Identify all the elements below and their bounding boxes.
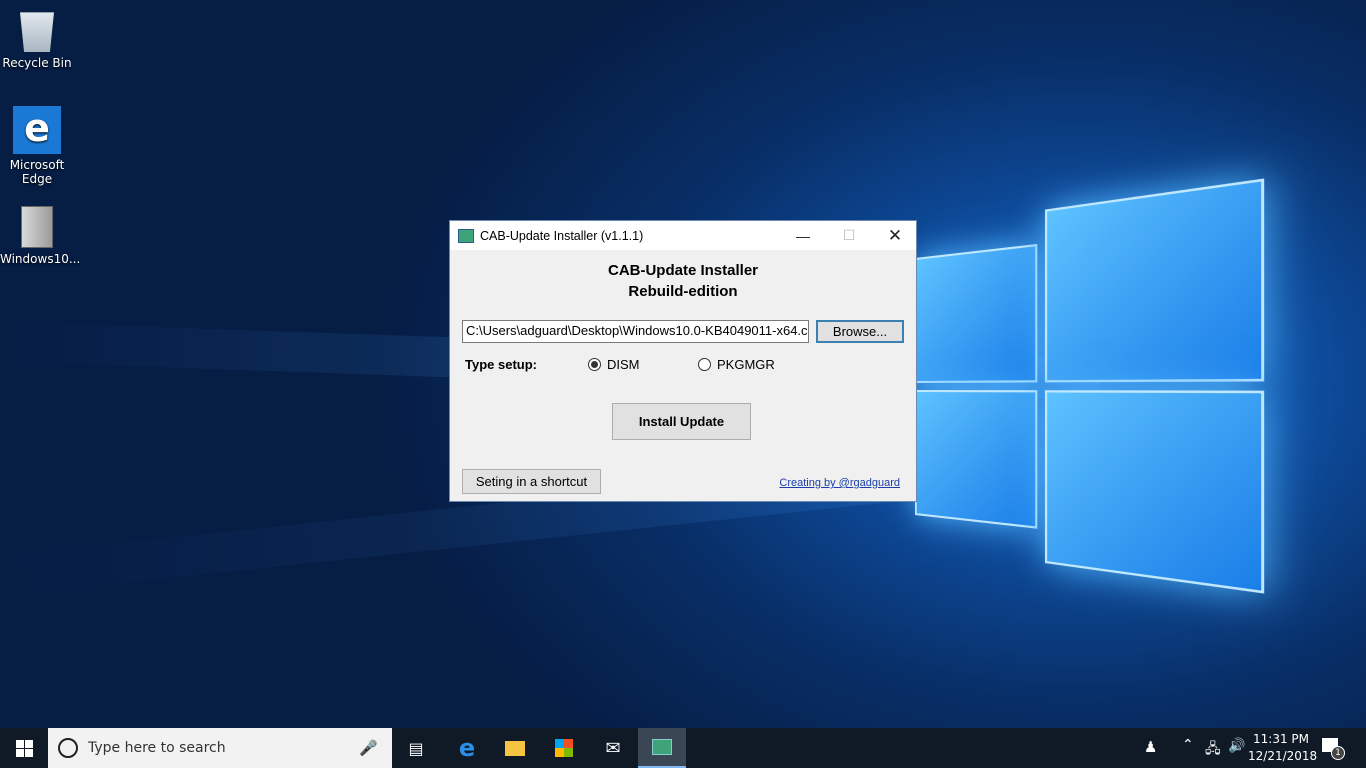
network-disconnected-icon[interactable]: 🖧 xyxy=(1205,738,1221,762)
file-cabinet-icon xyxy=(21,206,53,248)
title-bar[interactable]: CAB-Update Installer (v1.1.1) — ☐ ✕ xyxy=(450,221,916,250)
cab-installer-window: CAB-Update Installer (v1.1.1) — ☐ ✕ CAB-… xyxy=(449,220,917,502)
search-box[interactable]: Type here to search 🎤 xyxy=(48,728,392,768)
start-button[interactable] xyxy=(0,728,48,768)
install-update-button[interactable]: Install Update xyxy=(612,403,751,440)
window-title: CAB-Update Installer (v1.1.1) xyxy=(480,228,644,243)
recycle-bin-icon xyxy=(20,12,54,52)
close-button[interactable]: ✕ xyxy=(872,221,918,250)
radio-dism[interactable]: DISM xyxy=(588,357,640,372)
radio-label: PKGMGR xyxy=(717,357,775,372)
notification-badge: 1 xyxy=(1331,746,1345,760)
taskbar-file-explorer[interactable] xyxy=(491,728,539,768)
microphone-icon: 🎤 xyxy=(359,739,378,757)
taskbar: Type here to search 🎤 ▤ e ✉ ♟ ⌃ 🖧 🔊 11:3… xyxy=(0,728,1366,768)
taskbar-store[interactable] xyxy=(540,728,588,768)
shortcut-button[interactable]: Seting in a shortcut xyxy=(462,469,601,494)
cortana-icon xyxy=(58,738,78,758)
cab-path-input[interactable]: C:\Users\adguard\Desktop\Windows10.0-KB4… xyxy=(462,320,809,343)
clock[interactable]: 11:31 PM 12/21/2018 xyxy=(1248,731,1318,765)
taskbar-cab-installer[interactable] xyxy=(638,728,686,768)
date: 12/21/2018 xyxy=(1248,749,1318,763)
people-icon[interactable]: ♟ xyxy=(1144,738,1157,756)
app-icon xyxy=(458,228,474,243)
browse-button[interactable]: Browse... xyxy=(816,320,904,343)
desktop-icon-windows10[interactable]: Windows10... xyxy=(0,206,80,266)
task-view-button[interactable]: ▤ xyxy=(392,728,440,768)
time: 11:31 PM xyxy=(1253,732,1309,746)
heading: CAB-Update Installer xyxy=(607,262,759,279)
file-explorer-icon xyxy=(505,740,525,756)
radio-pkgmgr[interactable]: PKGMGR xyxy=(698,357,775,372)
radio-selected-icon xyxy=(588,358,601,371)
store-icon xyxy=(555,739,573,757)
cab-installer-icon xyxy=(652,739,672,755)
edge-icon: e xyxy=(13,106,61,154)
type-setup-label: Type setup: xyxy=(465,357,537,372)
radio-empty-icon xyxy=(698,358,711,371)
taskbar-mail[interactable]: ✉ xyxy=(589,728,637,768)
windows-start-icon xyxy=(15,739,33,757)
taskbar-edge[interactable]: e xyxy=(443,728,491,768)
minimize-button[interactable]: — xyxy=(780,221,826,250)
show-hidden-icons-chevron-icon[interactable]: ⌃ xyxy=(1182,737,1194,753)
desktop-icon-edge[interactable]: e Microsoft Edge xyxy=(0,106,74,186)
windows-logo-wallpaper xyxy=(915,178,1265,597)
credit-link[interactable]: Creating by @rgadguard xyxy=(779,477,900,489)
action-center-button[interactable]: 1 xyxy=(1322,738,1345,760)
maximize-button[interactable]: ☐ xyxy=(826,221,872,250)
subheading: Rebuild-edition xyxy=(628,283,738,300)
desktop-icon-recycle-bin[interactable]: Recycle Bin xyxy=(0,8,74,70)
edge-icon: e xyxy=(458,734,476,762)
search-placeholder: Type here to search xyxy=(88,740,226,756)
volume-icon[interactable]: 🔊 xyxy=(1228,738,1245,754)
mail-icon: ✉ xyxy=(605,737,621,759)
task-view-icon: ▤ xyxy=(408,738,424,758)
radio-label: DISM xyxy=(607,357,640,372)
